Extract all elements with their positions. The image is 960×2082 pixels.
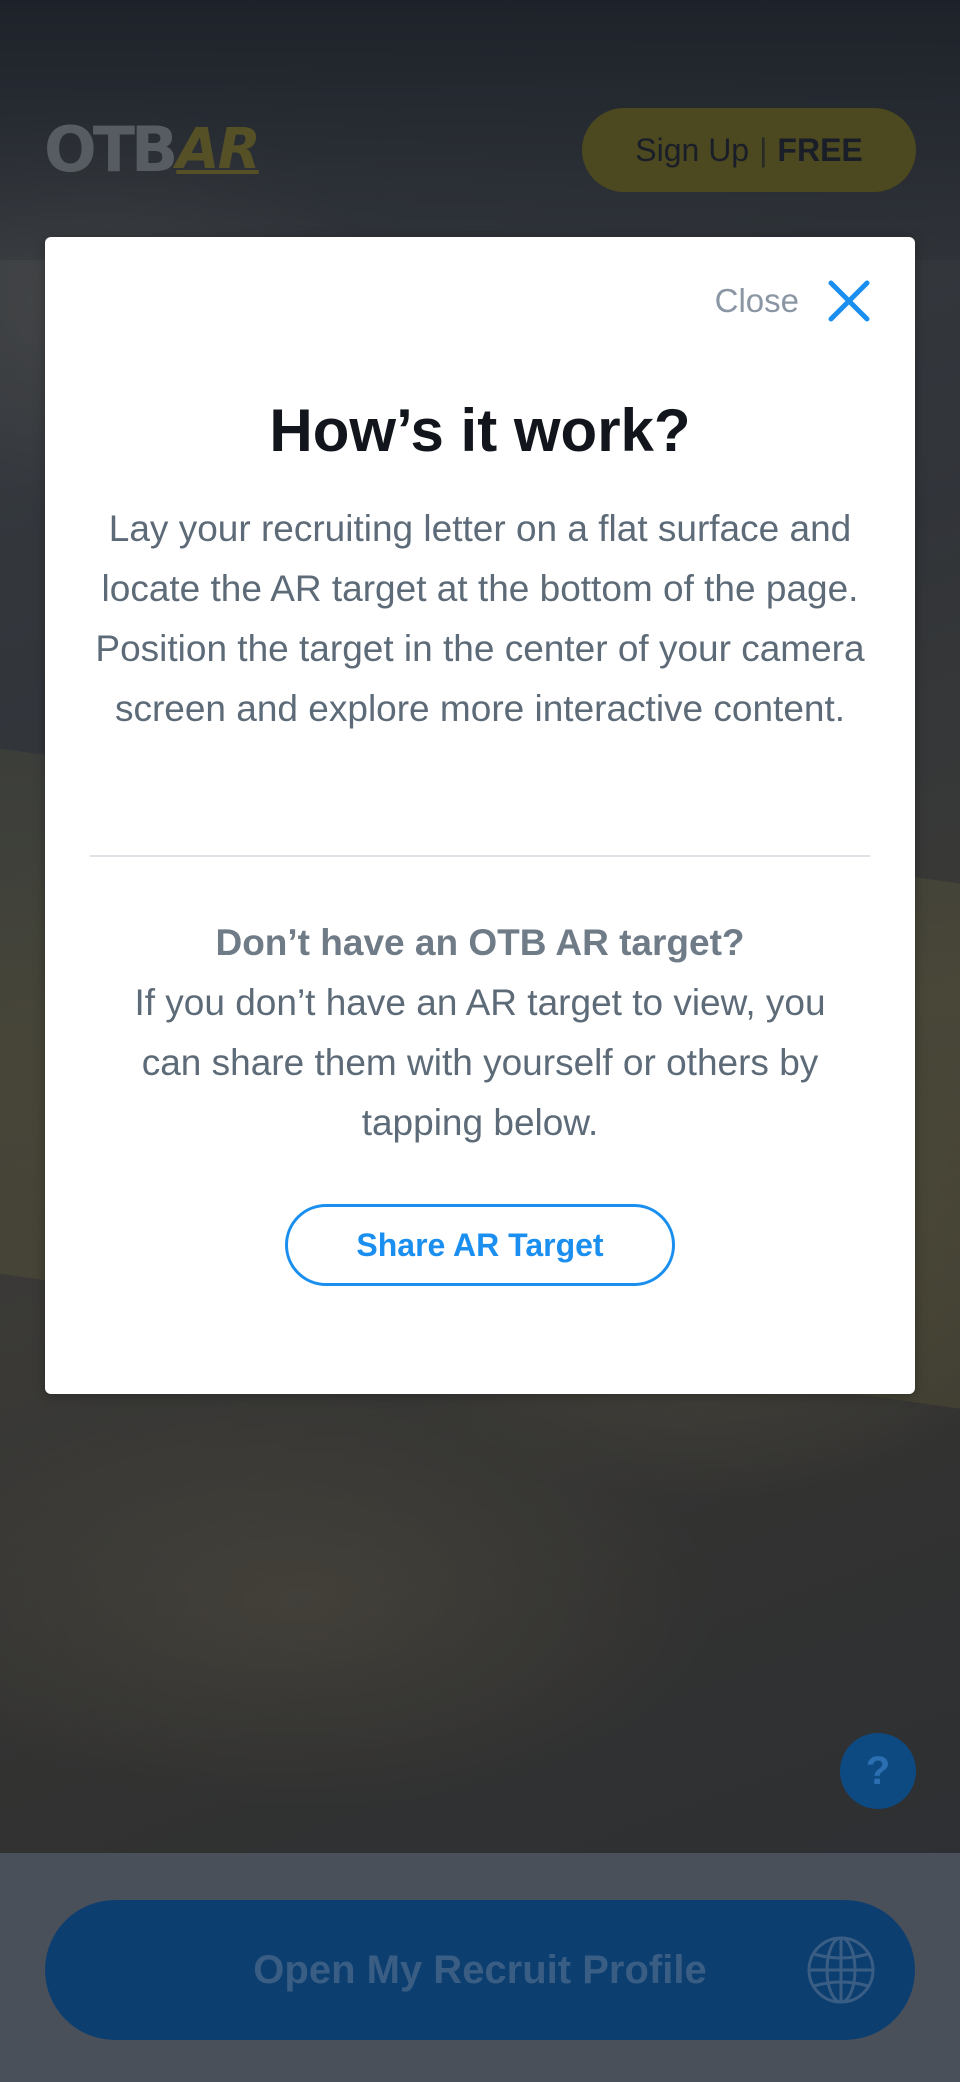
close-button[interactable]: Close <box>715 277 873 325</box>
bottom-bar: Open My Recruit Profile <box>0 1853 960 2082</box>
divider <box>90 855 870 857</box>
dialog-title: How’s it work? <box>269 397 691 464</box>
open-recruit-profile-button[interactable]: Open My Recruit Profile <box>45 1900 915 2040</box>
help-button[interactable]: ? <box>840 1733 916 1809</box>
no-target-heading: Don’t have an OTB AR target? <box>215 922 745 963</box>
screen: OTB AR Sign Up | FREE Close How’s it wor… <box>0 0 960 2082</box>
no-target-text: If you don’t have an AR target to view, … <box>134 982 826 1143</box>
dialog-instructions: Lay your recruiting letter on a flat sur… <box>95 508 865 729</box>
close-icon[interactable] <box>825 277 873 325</box>
share-ar-target-button[interactable]: Share AR Target <box>285 1204 675 1286</box>
close-label: Close <box>714 282 799 319</box>
how-it-works-dialog: Close How’s it work? Lay your recruiting… <box>45 237 915 1394</box>
open-recruit-profile-label: Open My Recruit Profile <box>253 1947 707 1992</box>
globe-icon <box>807 1936 875 2004</box>
